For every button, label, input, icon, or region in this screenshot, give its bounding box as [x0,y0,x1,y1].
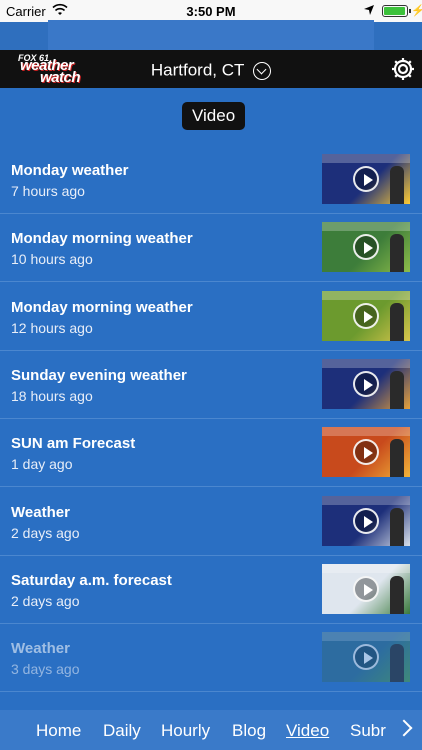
gear-icon[interactable] [390,56,416,82]
play-icon[interactable] [353,575,379,602]
video-age: 3 days ago [11,661,80,678]
video-title: Monday morning weather [11,230,193,248]
ad-banner[interactable] [48,20,374,50]
thumbnail-presenter [390,302,404,341]
video-title: Weather [11,640,70,658]
video-thumbnail[interactable] [322,154,410,204]
video-thumbnail[interactable] [322,222,410,273]
section-label: Video [182,102,246,130]
tab-blog[interactable]: Blog [232,721,266,741]
video-list-item[interactable]: Monday morning weather 10 hours ago [0,214,422,283]
battery-icon [382,5,408,17]
video-age: 7 hours ago [11,183,85,199]
thumbnail-presenter [390,507,404,546]
play-icon[interactable] [353,370,379,397]
thumbnail-presenter [390,575,404,614]
video-thumbnail[interactable] [322,563,410,614]
video-thumbnail[interactable] [322,290,410,341]
play-icon[interactable] [353,644,379,671]
location-selector[interactable]: Hartford, CT [0,60,422,81]
video-list-item[interactable]: Monday weather 7 hours ago [0,146,422,214]
video-thumbnail[interactable] [322,427,410,478]
thumbnail-banner [322,154,410,163]
video-title: Sunday evening weather [11,366,187,384]
thumbnail-banner [322,290,410,300]
video-age: 2 days ago [11,592,80,609]
play-icon[interactable] [353,234,379,261]
video-list-item[interactable]: Monday morning weather 12 hours ago [0,283,422,351]
chevron-down-circle-icon[interactable] [253,61,272,80]
play-icon[interactable] [353,439,379,466]
video-title: Weather [11,503,70,521]
video-list-item[interactable]: Weather 2 days ago [0,488,422,556]
play-icon[interactable] [353,166,379,192]
video-title: SUN am Forecast [11,435,136,453]
video-age: 12 hours ago [11,319,93,336]
location-arrow-icon [364,5,374,15]
video-title: Monday weather [11,162,129,179]
thumbnail-presenter [390,439,404,478]
tab-subr[interactable]: Subr [350,721,386,741]
status-time: 3:50 PM [186,4,236,19]
video-list-item[interactable]: Weather 3 days ago [0,624,422,693]
video-title: Monday morning weather [11,298,193,316]
video-thumbnail[interactable] [322,358,410,409]
play-icon[interactable] [353,507,379,534]
thumbnail-presenter [390,166,404,204]
thumbnail-banner [322,222,410,232]
thumbnail-banner [322,427,410,437]
thumbnail-presenter [390,370,404,409]
video-list-item[interactable]: SUN am Forecast 1 day ago [0,419,422,488]
thumbnail-presenter [390,234,404,273]
video-thumbnail[interactable] [322,495,410,546]
video-age: 1 day ago [11,456,73,473]
play-icon[interactable] [353,302,379,329]
bottom-tab-bar: Home Daily Hourly Blog Video Subr [0,710,422,750]
charging-bolt-icon: ⚡ [411,5,422,17]
thumbnail-presenter [390,644,404,683]
location-label: Hartford, CT [150,60,245,80]
video-age: 10 hours ago [11,251,93,268]
thumbnail-banner [322,632,410,642]
chevron-right-icon[interactable] [398,717,412,739]
video-thumbnail[interactable] [322,632,410,683]
tab-daily[interactable]: Daily [103,721,141,741]
tab-hourly[interactable]: Hourly [161,721,210,741]
video-list-item[interactable]: Saturday a.m. forecast 2 days ago [0,556,422,624]
tab-home[interactable]: Home [36,721,81,741]
video-list-item[interactable]: Sunday evening weather 18 hours ago [0,351,422,419]
video-title: Saturday a.m. forecast [11,571,172,589]
status-bar: Carrier 3:50 PM ⚡ [0,0,422,22]
video-age: 2 days ago [11,524,80,541]
thumbnail-banner [322,358,410,368]
thumbnail-banner [322,495,410,505]
video-age: 18 hours ago [11,387,93,404]
tab-video[interactable]: Video [286,721,329,741]
thumbnail-banner [322,563,410,573]
